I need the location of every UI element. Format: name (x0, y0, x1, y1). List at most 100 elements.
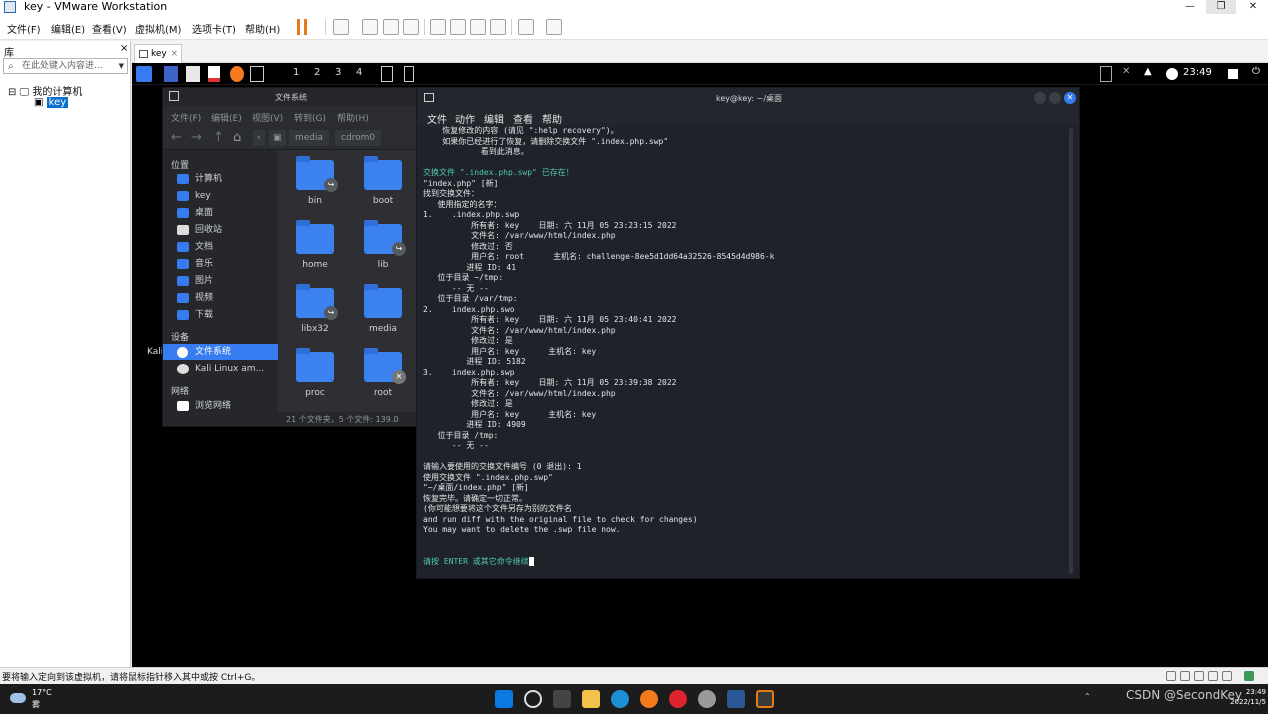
sidebar-item-browse-network[interactable]: 浏览网络 (163, 398, 278, 414)
term-menu-view[interactable]: 查看 (513, 111, 533, 126)
snapshot-manager-icon[interactable] (403, 19, 419, 35)
sidebar-item-trash[interactable]: 回收站 (163, 222, 278, 238)
tab-close-icon[interactable]: × (170, 45, 178, 63)
file-manager-icon[interactable] (186, 66, 200, 82)
workspace-2[interactable]: 2 (314, 67, 320, 78)
edge-icon[interactable] (611, 690, 629, 708)
minimize-button[interactable]: — (1175, 0, 1205, 14)
workspace-3[interactable]: 3 (335, 67, 341, 78)
taskbar-clock[interactable]: 23:49 2022/11/5 (1222, 687, 1266, 707)
collapse-icon[interactable]: ⊟ (8, 87, 16, 98)
close-button[interactable]: ✕ (1238, 0, 1268, 14)
breadcrumb-media[interactable]: media (289, 130, 330, 146)
folder-proc[interactable]: proc (280, 342, 350, 406)
fm-menu-edit[interactable]: 编辑(E) (211, 111, 242, 124)
sidebar-item-documents[interactable]: 文档 (163, 239, 278, 255)
term-menu-action[interactable]: 动作 (455, 111, 475, 126)
firefox-taskbar-icon[interactable] (640, 690, 658, 708)
workspace-4[interactable]: 4 (356, 67, 362, 78)
stretch-guest-icon[interactable] (546, 19, 562, 35)
close-icon[interactable]: ✕ (1064, 92, 1076, 104)
folder-media[interactable]: media (348, 278, 417, 342)
sidebar-item-kali-disc[interactable]: Kali Linux am... (163, 361, 278, 377)
notification-bell-icon[interactable]: ▲ (1144, 66, 1154, 82)
app-icon[interactable] (698, 690, 716, 708)
lock-icon[interactable] (1228, 69, 1238, 79)
full-screen-icon[interactable] (470, 19, 486, 35)
term-menu-help[interactable]: 帮助 (542, 111, 562, 126)
up-arrow-icon[interactable]: ↑ (213, 130, 224, 145)
terminal-output[interactable]: 恢复修改的内容 (请见 ":help recovery")。 如果你已经进行了恢… (423, 126, 1065, 574)
back-arrow-icon[interactable]: ← (171, 130, 182, 145)
menu-edit[interactable]: 编辑(E) (51, 21, 85, 36)
sidebar-item-music[interactable]: 音乐 (163, 256, 278, 272)
network-adapter-icon[interactable] (1166, 671, 1176, 681)
usb-icon[interactable] (1194, 671, 1204, 681)
sidebar-item-computer[interactable]: 计算机 (163, 171, 278, 187)
console-view-icon[interactable] (518, 19, 534, 35)
minimize-icon[interactable] (1034, 92, 1046, 104)
folder-root[interactable]: ✕ root (348, 342, 417, 406)
show-desktop-icon[interactable] (164, 66, 178, 82)
task-view-icon[interactable] (553, 690, 571, 708)
power-icon[interactable]: ⏻ (1252, 66, 1262, 82)
folder-bin[interactable]: ↪ bin (280, 150, 350, 214)
sound-icon[interactable] (1208, 671, 1218, 681)
sidebar-item-desktop[interactable]: 桌面 (163, 205, 278, 221)
fm-menu-go[interactable]: 转到(G) (294, 111, 326, 124)
term-menu-edit[interactable]: 编辑 (484, 111, 504, 126)
term-menu-file[interactable]: 文件 (427, 111, 447, 126)
menu-help[interactable]: 帮助(H) (245, 21, 280, 36)
search-icon[interactable] (524, 690, 542, 708)
pause-icon[interactable] (297, 19, 307, 35)
desktop-icon-label[interactable]: Kali (147, 347, 163, 357)
kali-menu-icon[interactable] (136, 66, 152, 82)
text-editor-icon[interactable] (208, 66, 220, 82)
netease-music-icon[interactable] (669, 690, 687, 708)
menu-vm[interactable]: 虚拟机(M) (135, 21, 181, 36)
vmware-tools-icon[interactable] (1244, 671, 1254, 681)
mute-icon[interactable]: ✕ (1122, 66, 1134, 82)
sidebar-item-filesystem[interactable]: 文件系统 (163, 344, 278, 360)
fm-menu-view[interactable]: 视图(V) (252, 111, 283, 124)
tray-overflow-icon[interactable]: ⌃ (1084, 692, 1091, 701)
restore-button[interactable]: ❐ (1206, 0, 1236, 14)
library-search-input[interactable]: ⌕ 在此处键入内容进... ▼ (3, 58, 128, 74)
maximize-icon[interactable] (1049, 92, 1061, 104)
folder-boot[interactable]: boot (348, 150, 417, 214)
file-explorer-icon[interactable] (582, 690, 600, 708)
send-ctrl-alt-del-icon[interactable] (333, 19, 349, 35)
cd-drive-icon[interactable] (1180, 671, 1190, 681)
tree-my-computer[interactable]: ⊟ 🖵 我的计算机 (8, 83, 82, 98)
sidebar-item-home[interactable]: key (163, 188, 278, 204)
vmware-taskbar-icon[interactable] (756, 690, 774, 708)
breadcrumb-cdrom0[interactable]: cdrom0 (335, 130, 382, 146)
sidebar-item-videos[interactable]: 视频 (163, 290, 278, 306)
fm-menu-help[interactable]: 帮助(H) (337, 111, 369, 124)
folder-lib[interactable]: ↪ lib (348, 214, 417, 278)
printer-icon[interactable] (1222, 671, 1232, 681)
tree-vm-key[interactable]: ▣ key (34, 97, 69, 108)
breadcrumb-left-arrow-icon[interactable]: ‹ (253, 130, 265, 146)
folder-libx32[interactable]: ↪ libx32 (280, 278, 350, 342)
home-icon[interactable]: ⌂ (233, 130, 241, 145)
start-icon[interactable] (495, 690, 513, 708)
forward-arrow-icon[interactable]: → (191, 130, 202, 145)
unity-icon[interactable] (490, 19, 506, 35)
chevron-down-icon[interactable]: ▼ (119, 59, 124, 73)
terminal-launcher-icon[interactable] (250, 66, 264, 82)
snapshot-icon[interactable] (362, 19, 378, 35)
menu-file[interactable]: 文件(F) (7, 21, 41, 36)
sidebar-item-pictures[interactable]: 图片 (163, 273, 278, 289)
workspace-1[interactable]: 1 (293, 67, 299, 78)
thumbnail-bar-icon[interactable] (450, 19, 466, 35)
sidebar-item-downloads[interactable]: 下载 (163, 307, 278, 323)
folder-home[interactable]: home (280, 214, 350, 278)
taskbar-terminal-icon[interactable] (381, 66, 393, 82)
tab-key[interactable]: key × (134, 44, 182, 63)
taskbar-filemanager-icon[interactable] (404, 66, 414, 82)
word-icon[interactable] (727, 690, 745, 708)
terminal-scrollbar[interactable] (1069, 128, 1073, 574)
firefox-icon[interactable] (230, 66, 244, 82)
library-close-icon[interactable]: × (120, 43, 128, 54)
